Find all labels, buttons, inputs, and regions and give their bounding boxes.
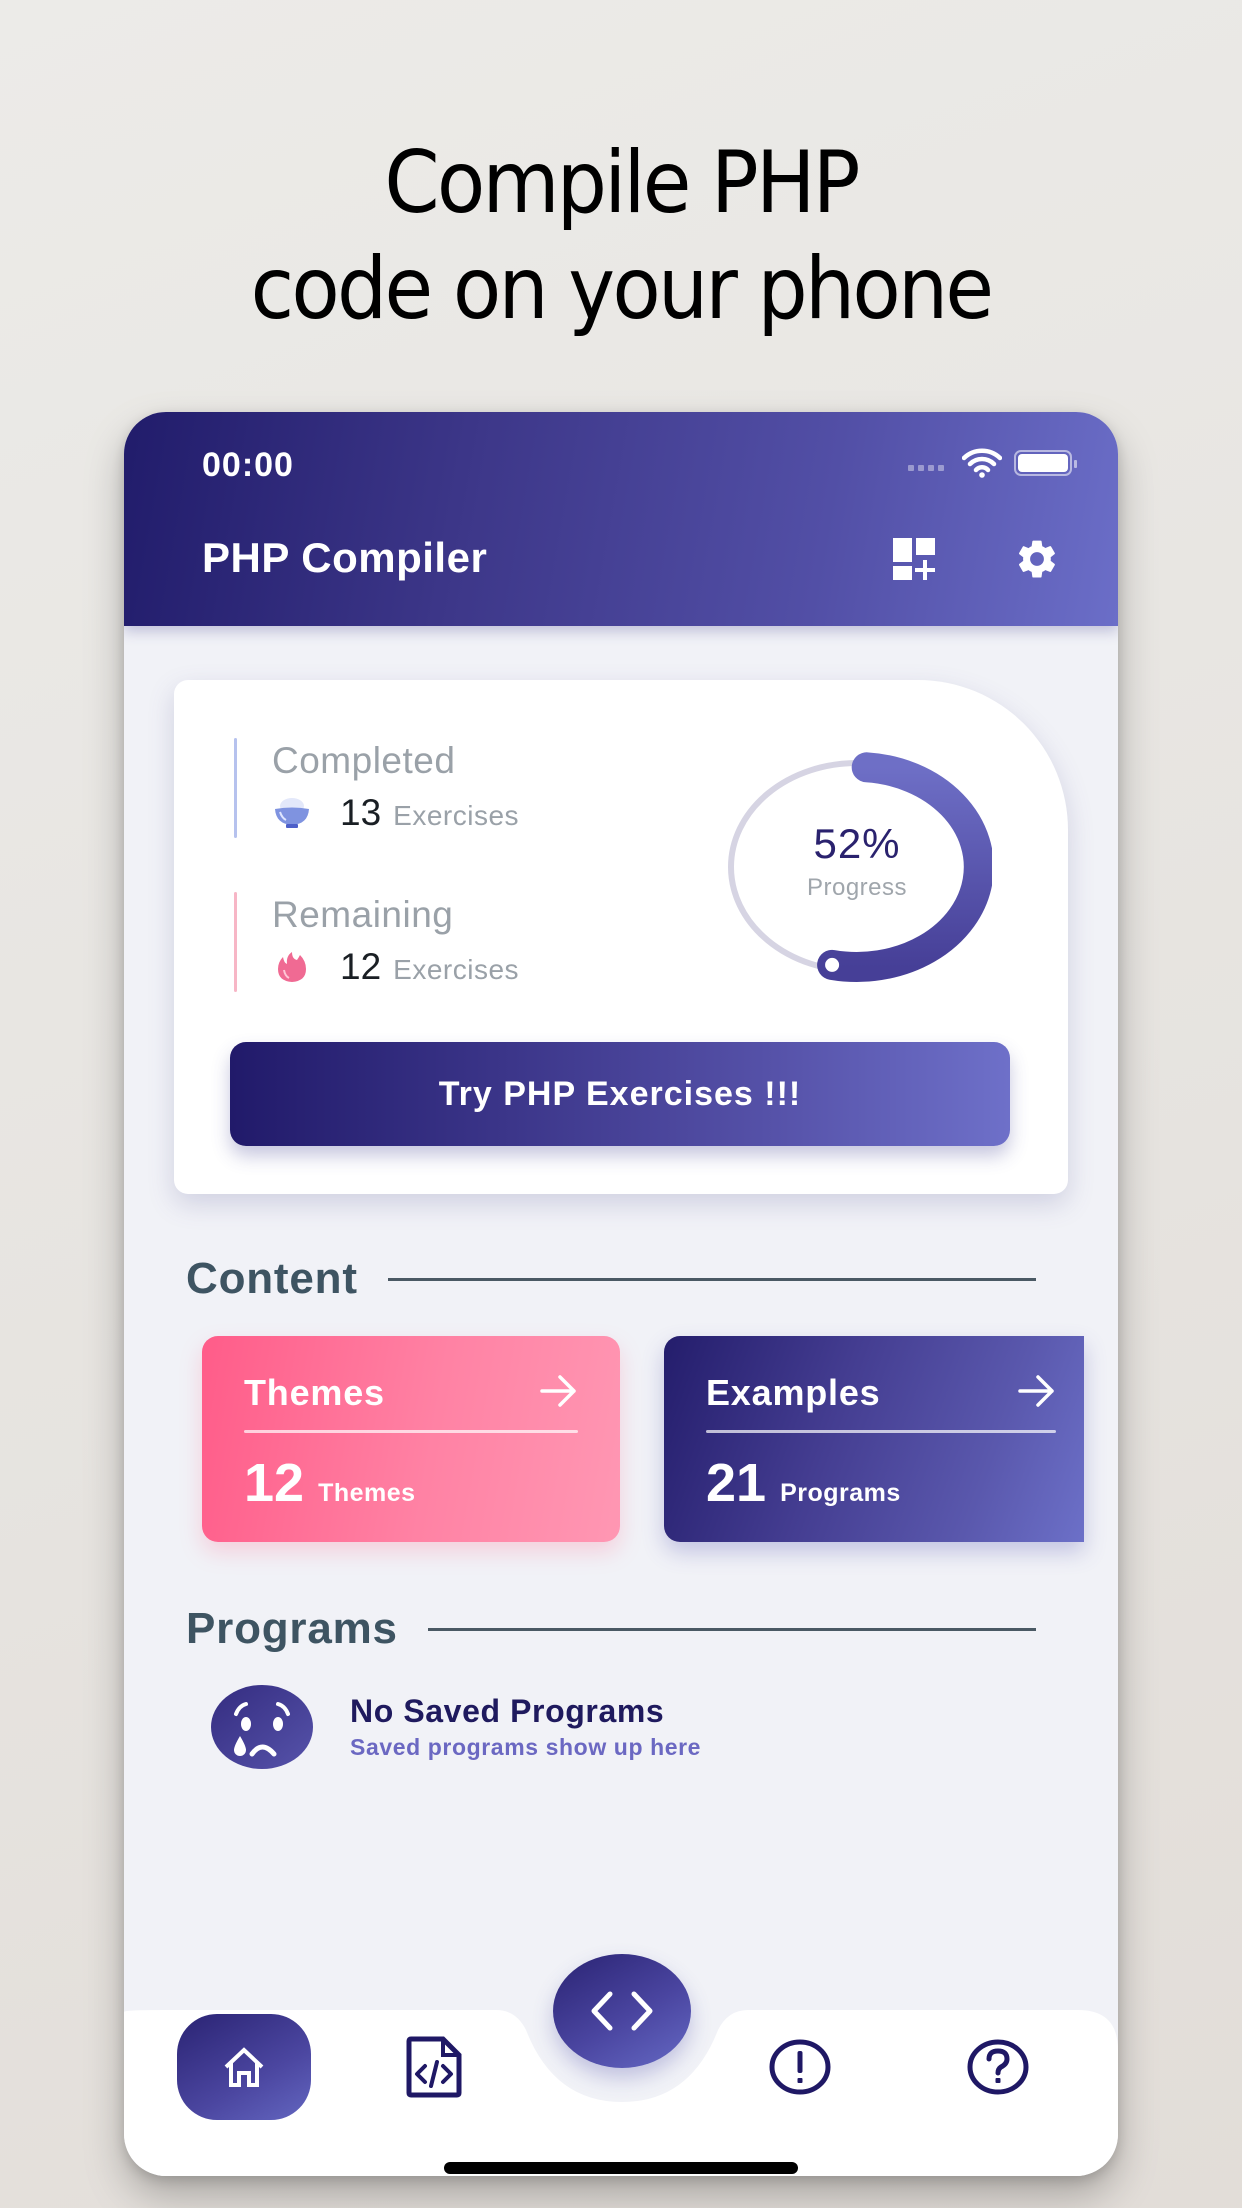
programs-section-header: Programs bbox=[186, 1604, 1036, 1654]
examples-tile-title: Examples bbox=[706, 1372, 881, 1413]
code-file-icon bbox=[406, 2036, 462, 2098]
themes-tile[interactable]: Themes 12 Themes bbox=[202, 1336, 620, 1542]
add-widget-button[interactable] bbox=[892, 536, 938, 582]
content-section-title: Content bbox=[186, 1254, 358, 1303]
arrow-right-icon bbox=[540, 1375, 576, 1407]
examples-tile[interactable]: Examples 21 Programs bbox=[664, 1336, 1084, 1542]
completed-count: 13 bbox=[340, 792, 382, 833]
completed-unit: Exercises bbox=[393, 800, 520, 831]
phone-screen: 00:00 PHP Compiler Completed 13 Exercise… bbox=[124, 412, 1118, 2176]
examples-count: 21 bbox=[706, 1453, 767, 1513]
try-exercises-button[interactable]: Try PHP Exercises !!! bbox=[230, 1042, 1010, 1146]
empty-programs-state: No Saved Programs Saved programs show up… bbox=[210, 1684, 701, 1770]
wifi-icon bbox=[962, 448, 1002, 478]
progress-ring-knob bbox=[825, 957, 840, 972]
progress-percent: 52% bbox=[813, 820, 901, 867]
alert-icon bbox=[769, 2039, 831, 2095]
tile-divider bbox=[244, 1430, 578, 1433]
programs-section-title: Programs bbox=[186, 1604, 398, 1653]
nav-help[interactable] bbox=[966, 2032, 1030, 2102]
headline-line-2: code on your phone bbox=[250, 239, 994, 339]
status-icons bbox=[908, 448, 1077, 478]
gear-icon bbox=[1018, 540, 1055, 578]
themes-tile-title: Themes bbox=[244, 1372, 385, 1413]
empty-programs-title: No Saved Programs bbox=[350, 1693, 665, 1729]
app-bar: 00:00 PHP Compiler bbox=[124, 412, 1118, 626]
battery-icon bbox=[1014, 450, 1077, 476]
compile-code-button[interactable] bbox=[553, 1954, 691, 2068]
section-divider bbox=[427, 1627, 1036, 1631]
themes-unit: Themes bbox=[318, 1479, 416, 1507]
examples-unit: Programs bbox=[780, 1479, 901, 1507]
rice-bowl-icon bbox=[275, 798, 309, 828]
progress-card: Completed 13 Exercises Remaining 12 Exer… bbox=[174, 680, 1068, 1194]
tile-divider bbox=[706, 1430, 1056, 1433]
section-divider bbox=[387, 1277, 1036, 1281]
home-icon bbox=[224, 2047, 264, 2087]
nav-alerts[interactable] bbox=[768, 2032, 832, 2102]
signal-icon bbox=[908, 465, 944, 471]
remaining-label: Remaining bbox=[272, 894, 454, 935]
remaining-accent-bar bbox=[234, 892, 237, 992]
help-icon bbox=[967, 2039, 1029, 2095]
progress-ring: 52% Progress bbox=[722, 752, 994, 982]
nav-home[interactable] bbox=[177, 2014, 311, 2120]
code-brackets-icon bbox=[591, 1991, 653, 2031]
completed-label: Completed bbox=[272, 740, 456, 781]
arrow-right-icon bbox=[1018, 1375, 1054, 1407]
progress-label: Progress bbox=[806, 874, 908, 901]
home-indicator bbox=[444, 2162, 798, 2174]
remaining-unit: Exercises bbox=[393, 954, 520, 985]
empty-programs-subtitle: Saved programs show up here bbox=[350, 1734, 702, 1760]
flame-icon bbox=[278, 952, 306, 982]
app-title: PHP Compiler bbox=[202, 534, 488, 581]
headline-line-1: Compile PHP bbox=[384, 133, 860, 233]
remaining-count: 12 bbox=[340, 946, 382, 987]
promo-headline: Compile PHP code on your phone bbox=[50, 130, 1193, 342]
content-section-header: Content bbox=[186, 1254, 1036, 1304]
status-time: 00:00 bbox=[202, 446, 294, 484]
themes-count: 12 bbox=[244, 1453, 305, 1513]
nav-code-files[interactable] bbox=[404, 2030, 464, 2104]
sad-face-icon bbox=[211, 1685, 313, 1769]
completed-accent-bar bbox=[234, 738, 237, 838]
settings-button[interactable] bbox=[1014, 536, 1060, 582]
bottom-nav bbox=[124, 1932, 1118, 2176]
add-widget-icon bbox=[893, 538, 935, 580]
